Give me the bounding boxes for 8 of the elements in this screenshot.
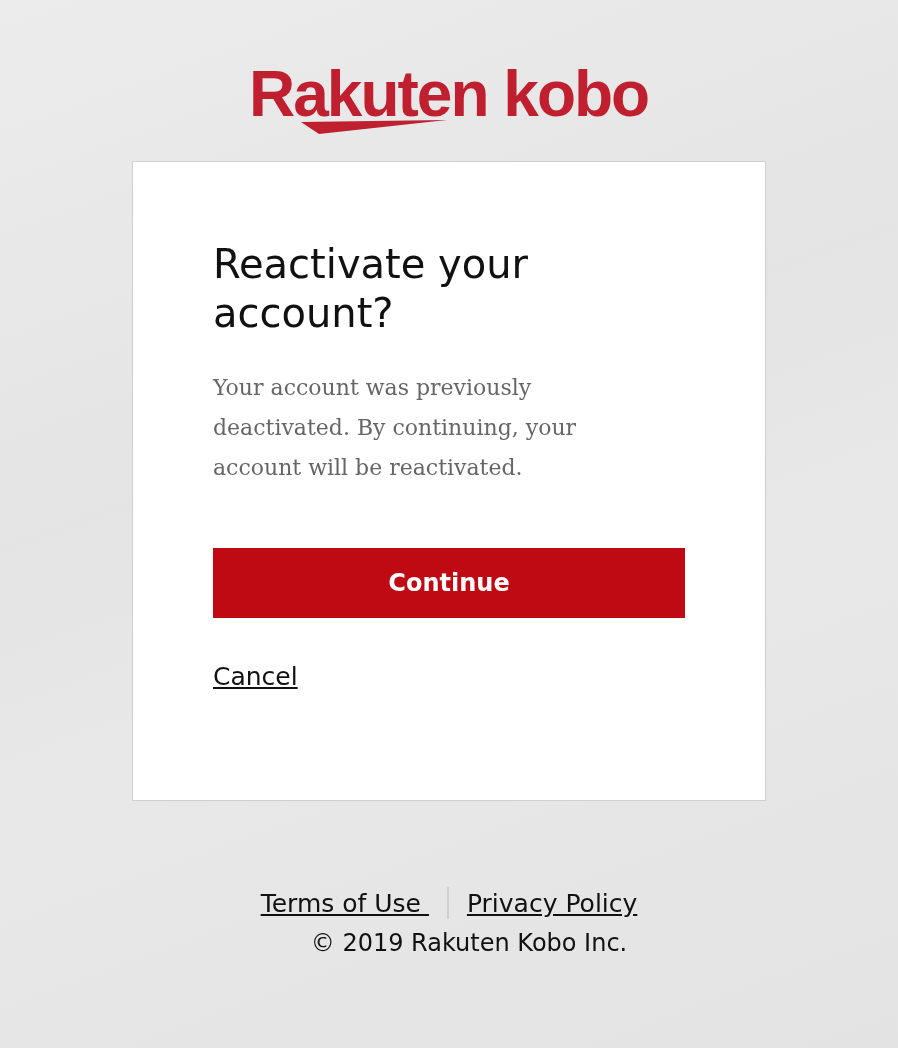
footer-link[interactable]: Terms of Use (260, 888, 429, 918)
dialog-title: Reactivate your account? (213, 240, 530, 338)
continue-button[interactable]: Continue (213, 548, 685, 618)
dialog-message: Your account was previously deactivated. By continuing, your account will be reactivated. (213, 374, 578, 482)
copyright-text: © 2019 Rakuten Kobo Inc. (310, 929, 628, 957)
logo: Rakuten kobo (249, 62, 649, 126)
cancel-link[interactable]: Cancel (213, 662, 298, 691)
footer-link[interactable]: Privacy Policy (466, 888, 638, 918)
